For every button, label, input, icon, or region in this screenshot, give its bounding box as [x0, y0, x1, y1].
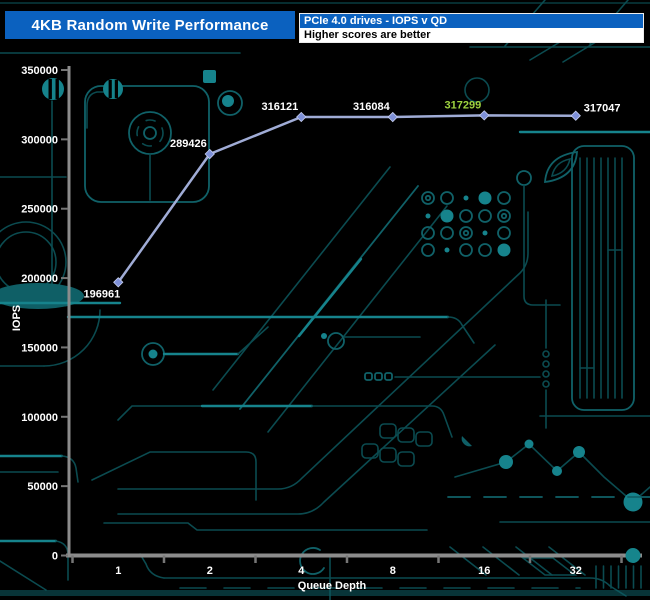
- info-subtitle: PCIe 4.0 drives - IOPS v QD: [300, 14, 643, 28]
- axis-endcap-dot: [625, 548, 641, 563]
- y-tick-label: 0: [52, 551, 58, 563]
- y-tick-label: 150000: [21, 342, 58, 354]
- data-point-label: 196961: [84, 288, 121, 300]
- data-point-label: 317299: [445, 99, 482, 111]
- title-bar: 4KB Random Write Performance: [5, 11, 295, 39]
- x-tick-label: 16: [478, 565, 490, 577]
- info-box: PCIe 4.0 drives - IOPS v QD Higher score…: [299, 13, 644, 43]
- y-tick-label: 100000: [21, 412, 58, 424]
- performance-line-chart: 0 50000 100000 150000 200000 250000 300000 3500…: [11, 65, 642, 592]
- y-tick-label: 200000: [21, 273, 58, 285]
- data-point-marker: [479, 110, 490, 121]
- x-tick-label: 4: [298, 565, 305, 577]
- data-point-label: 316084: [353, 101, 391, 113]
- page-title: 4KB Random Write Performance: [31, 16, 269, 34]
- data-point-label: 289426: [170, 138, 207, 150]
- y-tick-label: 300000: [21, 134, 58, 146]
- chart-window: 0 50000 100000 150000 200000 250000 300000 3500…: [0, 0, 650, 600]
- y-tick-label: 50000: [27, 481, 58, 493]
- x-tick-label: 32: [570, 565, 582, 577]
- data-point-marker: [296, 111, 307, 123]
- info-note: Higher scores are better: [300, 28, 643, 42]
- data-point-marker: [387, 111, 398, 123]
- data-point-label: 317047: [584, 103, 621, 115]
- data-point-marker: [570, 110, 581, 121]
- y-tick-label: 350000: [21, 65, 58, 77]
- x-tick-label: 2: [207, 565, 213, 577]
- x-axis-title: Queue Depth: [298, 580, 367, 592]
- x-tick-label: 8: [390, 565, 396, 577]
- y-tick-label: 250000: [21, 204, 58, 216]
- x-tick-label: 1: [115, 565, 121, 577]
- y-axis-title: IOPS: [11, 305, 23, 331]
- data-point-label: 316121: [262, 101, 299, 113]
